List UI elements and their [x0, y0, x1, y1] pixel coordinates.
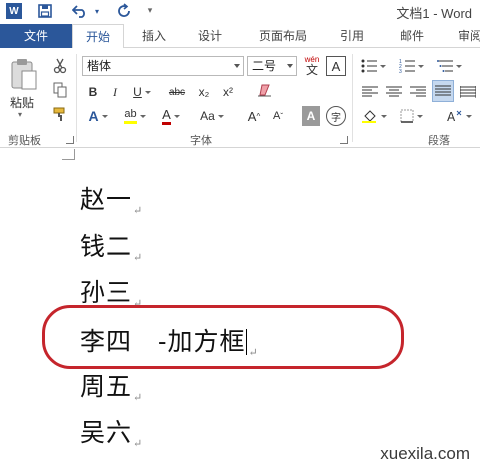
text-effects-button[interactable]: A: [84, 106, 112, 126]
underline-button[interactable]: U: [128, 82, 156, 102]
margin-corner-mark: [62, 159, 75, 160]
line-text: 孙三: [80, 278, 133, 307]
grow-arrow-icon: ^: [256, 111, 261, 121]
font-size-combobox[interactable]: 二号: [247, 56, 297, 76]
font-color-button[interactable]: A: [156, 106, 186, 126]
line-text: 吴六: [80, 418, 133, 447]
cut-icon[interactable]: [50, 56, 70, 76]
font-size-dropdown-icon[interactable]: [287, 64, 293, 68]
tab-file[interactable]: 文件: [0, 24, 72, 48]
document-line[interactable]: 吴六↵: [80, 413, 143, 450]
highlight-color-button[interactable]: ab: [118, 106, 152, 126]
shrink-arrow-icon: ˇ: [280, 111, 283, 121]
font-name-value: 楷体: [87, 59, 112, 73]
ribbon-tab-bar: 文件 开始 插入 设计 页面布局 引用 邮件 审阅: [0, 24, 480, 49]
margin-corner-mark: [74, 149, 75, 159]
paste-button[interactable]: [6, 56, 40, 92]
redo-icon[interactable]: [114, 2, 134, 20]
tab-insert[interactable]: 插入: [132, 24, 176, 48]
tab-home[interactable]: 开始: [72, 24, 124, 49]
highlight-label: ab: [124, 108, 137, 124]
line-text: 周五: [80, 372, 133, 401]
shading-icon[interactable]: [358, 106, 390, 126]
separator: [76, 54, 77, 142]
tab-references[interactable]: 引用: [330, 24, 374, 48]
justify-icon[interactable]: [432, 80, 454, 102]
ribbon-home: 粘贴 ▾ 剪贴板 楷体 二号 wén 文 A B I U abc x₂ x² A…: [0, 48, 480, 148]
annotation-circle: [42, 305, 404, 369]
line-text: 钱二: [80, 232, 133, 261]
group-label-clipboard: 剪贴板: [8, 134, 41, 147]
line-text: 赵一: [80, 185, 133, 214]
font-color-label: A: [162, 107, 171, 125]
phonetic-char-icon: 文: [305, 63, 318, 77]
strikethrough-button[interactable]: abc: [164, 82, 190, 102]
paste-dropdown-icon[interactable]: ▾: [18, 110, 22, 119]
paste-label[interactable]: 粘贴: [10, 94, 34, 111]
tab-design[interactable]: 设计: [188, 24, 232, 48]
align-left-icon[interactable]: [360, 82, 380, 102]
save-icon[interactable]: [36, 2, 54, 20]
numbering-icon[interactable]: 123: [396, 56, 426, 76]
shrink-font-label: A: [272, 110, 281, 122]
grow-font-button[interactable]: A ^: [244, 106, 264, 126]
customize-toolbar-icon[interactable]: ▾: [144, 2, 156, 20]
font-name-combobox[interactable]: 楷体: [82, 56, 244, 76]
bold-button[interactable]: B: [84, 82, 102, 102]
document-line[interactable]: 赵一↵: [80, 180, 143, 217]
subscript-button[interactable]: x₂: [194, 82, 214, 102]
format-painter-icon[interactable]: [50, 104, 70, 124]
tab-layout[interactable]: 页面布局: [248, 24, 318, 48]
undo-icon[interactable]: [70, 2, 90, 20]
watermark: xuexila.com: [380, 444, 470, 463]
paragraph-mark-icon: ↵: [133, 437, 144, 450]
document-line[interactable]: 周五↵: [80, 367, 143, 404]
word-logo-icon: W: [6, 3, 22, 19]
document-line[interactable]: 钱二↵: [80, 227, 143, 264]
group-label-paragraph: 段落: [428, 134, 450, 147]
copy-icon[interactable]: [50, 80, 70, 100]
paragraph-mark-icon: ↵: [133, 251, 144, 264]
grow-font-label: A: [247, 108, 257, 124]
clipboard-launcher-icon[interactable]: [66, 136, 74, 144]
paragraph-mark-icon: ↵: [133, 204, 144, 217]
superscript-button[interactable]: x²: [218, 82, 238, 102]
document-title: 文档1 - Word: [396, 6, 472, 21]
bullets-icon[interactable]: [358, 56, 388, 76]
font-size-value: 二号: [252, 59, 277, 73]
tab-review[interactable]: 审阅: [448, 24, 480, 48]
paragraph-mark-icon: ↵: [133, 391, 144, 404]
distributed-icon[interactable]: [458, 82, 478, 102]
separator: [352, 54, 353, 142]
svg-text:3: 3: [399, 69, 402, 73]
align-right-icon[interactable]: [408, 82, 428, 102]
align-center-icon[interactable]: [384, 82, 404, 102]
asian-layout-icon[interactable]: A: [442, 106, 476, 126]
enclose-characters-button[interactable]: 字: [326, 106, 346, 126]
shrink-font-button[interactable]: Aˇ: [268, 106, 288, 126]
character-border-button[interactable]: A: [326, 56, 346, 76]
borders-icon[interactable]: [396, 106, 426, 126]
change-case-button[interactable]: Aa: [194, 106, 230, 126]
multilevel-list-icon[interactable]: [434, 56, 464, 76]
character-shading-button[interactable]: A: [302, 106, 320, 126]
font-launcher-icon[interactable]: [340, 136, 348, 144]
font-name-dropdown-icon[interactable]: [234, 64, 240, 68]
clear-formatting-icon[interactable]: [254, 80, 276, 100]
undo-dropdown-icon[interactable]: ▾: [92, 2, 102, 20]
tab-mailings[interactable]: 邮件: [390, 24, 434, 48]
group-label-font: 字体: [190, 134, 212, 147]
svg-text:A: A: [447, 110, 456, 123]
italic-button[interactable]: I: [106, 82, 124, 102]
title-bar: W ▾ ▾ 文档1 - Word: [0, 0, 480, 24]
phonetic-guide-button[interactable]: wén 文: [301, 54, 323, 78]
